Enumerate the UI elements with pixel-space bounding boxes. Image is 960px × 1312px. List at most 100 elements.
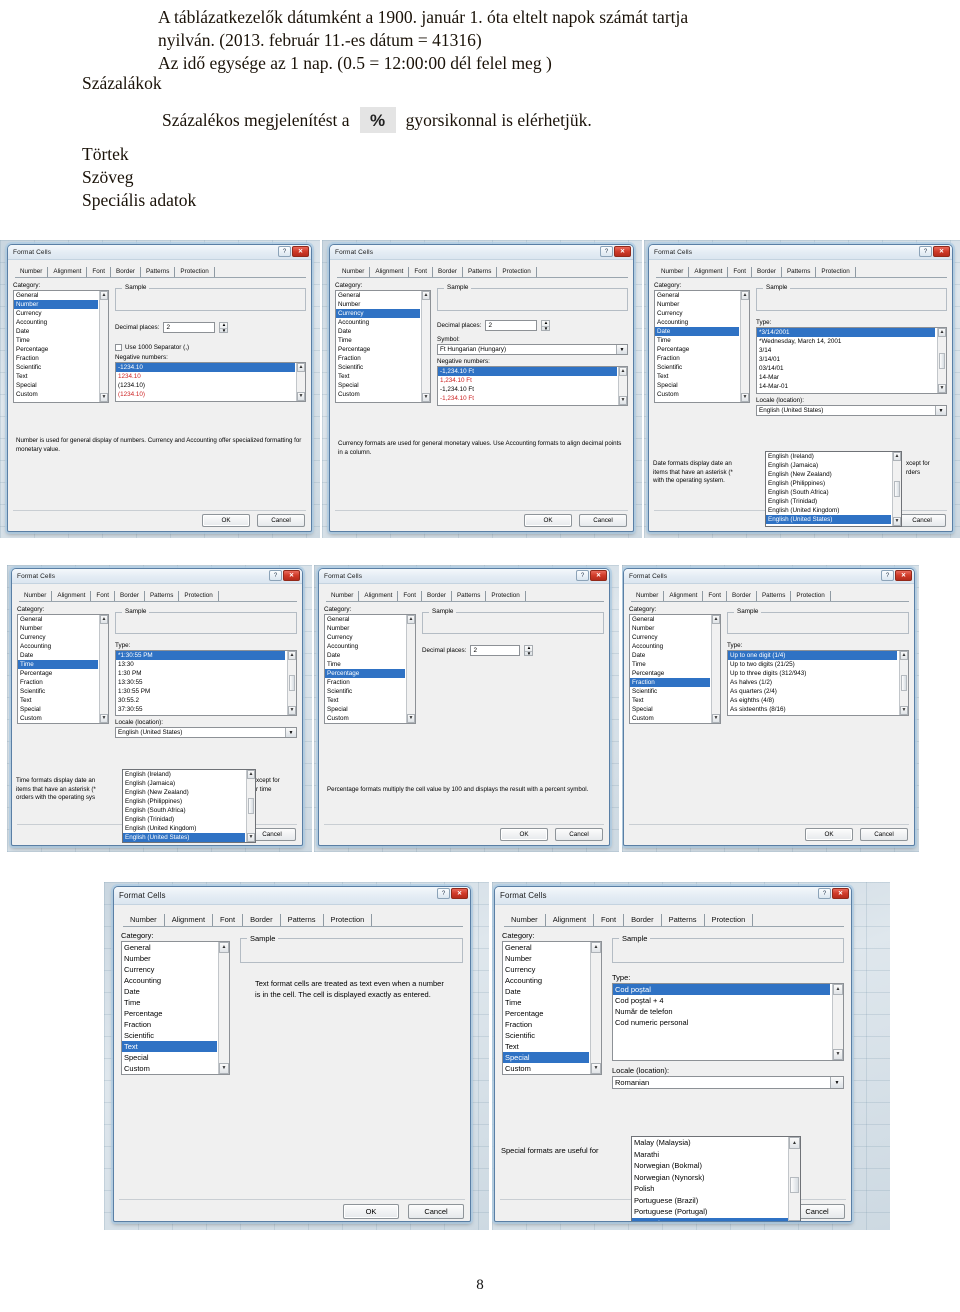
category-item[interactable]: General xyxy=(336,291,420,300)
tab-protection[interactable]: Protection xyxy=(705,914,754,926)
negative-numbers-listbox[interactable]: -1,234.10 Ft 1,234.10 Ft -1,234.10 Ft -1… xyxy=(437,366,628,406)
scroll-down-icon[interactable]: ▼ xyxy=(893,517,901,526)
type-item[interactable]: As quarters (2/4) xyxy=(728,687,897,696)
scroll-down-icon[interactable]: ▼ xyxy=(619,396,627,405)
type-listbox[interactable]: Cod poştal Cod poştal + 4 Număr de telef… xyxy=(612,983,844,1061)
type-item[interactable]: As eighths (4/8) xyxy=(728,696,897,705)
tab-protection[interactable]: Protection xyxy=(179,591,219,601)
tab-strip[interactable]: Number Alignment Font Border Patterns Pr… xyxy=(15,265,306,278)
tab-alignment[interactable]: Alignment xyxy=(48,267,88,277)
locale-combobox[interactable]: Romanian ▼ xyxy=(612,1076,844,1089)
tab-font[interactable]: Font xyxy=(91,591,116,601)
tab-alignment[interactable]: Alignment xyxy=(52,591,92,601)
category-item[interactable]: Fraction xyxy=(18,678,98,687)
format-cells-dialog-time[interactable]: Format Cells ? ✕ Number Alignment Font B… xyxy=(11,568,303,846)
category-item[interactable]: Fraction xyxy=(122,1019,217,1030)
negative-number-item[interactable]: -1,234.10 Ft xyxy=(438,394,617,403)
category-item[interactable]: Percentage xyxy=(630,669,710,678)
ok-button[interactable]: OK xyxy=(202,514,250,527)
close-icon[interactable]: ✕ xyxy=(292,246,309,257)
tab-strip[interactable]: Number Alignment Font Border Patterns Pr… xyxy=(656,265,947,278)
category-item[interactable]: Special xyxy=(14,381,98,390)
cancel-button[interactable]: Cancel xyxy=(898,514,946,527)
scroll-up-icon[interactable]: ▲ xyxy=(100,291,108,300)
category-item-selected[interactable]: Special xyxy=(503,1052,589,1063)
tab-patterns[interactable]: Patterns xyxy=(145,591,180,601)
help-icon[interactable]: ? xyxy=(818,888,831,899)
category-item[interactable]: Percentage xyxy=(122,1008,217,1019)
type-listbox[interactable]: Up to one digit (1/4) Up to two digits (… xyxy=(727,650,909,716)
scroll-up-icon[interactable]: ▲ xyxy=(938,328,946,337)
category-item[interactable]: Special xyxy=(336,381,420,390)
category-item[interactable]: Accounting xyxy=(503,975,589,986)
category-item[interactable]: Time xyxy=(325,660,405,669)
tab-protection[interactable]: Protection xyxy=(175,267,215,277)
type-item[interactable]: *Wednesday, March 14, 2001 xyxy=(757,337,935,346)
tab-strip[interactable]: Number Alignment Font Border Patterns Pr… xyxy=(19,589,297,602)
locale-option[interactable]: Portuguese (Brazil) xyxy=(632,1195,788,1207)
category-item[interactable]: Percentage xyxy=(336,345,420,354)
category-item[interactable]: Custom xyxy=(630,714,710,723)
category-item[interactable]: Scientific xyxy=(14,363,98,372)
tab-alignment[interactable]: Alignment xyxy=(546,914,595,926)
locale-dropdown-list[interactable]: Malay (Malaysia) Marathi Norwegian (Bokm… xyxy=(631,1136,801,1221)
negative-number-item[interactable]: -1,234.10 Ft xyxy=(438,385,617,394)
tab-strip[interactable]: Number Alignment Font Border Patterns Pr… xyxy=(504,912,844,927)
locale-combobox[interactable]: English (United States) ▼ xyxy=(115,727,297,738)
decimal-places-input[interactable]: 2 xyxy=(470,645,521,656)
tab-border[interactable]: Border xyxy=(111,267,141,277)
ok-button[interactable]: OK xyxy=(343,1204,399,1219)
category-item[interactable]: Fraction xyxy=(503,1019,589,1030)
scroll-up-icon[interactable]: ▲ xyxy=(789,1137,800,1149)
category-item[interactable]: Time xyxy=(336,336,420,345)
use-1000-separator-row[interactable]: Use 1000 Separator (,) xyxy=(115,344,306,351)
scroll-down-icon[interactable]: ▼ xyxy=(422,393,430,402)
close-icon[interactable]: ✕ xyxy=(451,888,468,899)
use-1000-separator-checkbox[interactable] xyxy=(115,344,122,351)
category-item[interactable]: Text xyxy=(336,372,420,381)
tab-font[interactable]: Font xyxy=(703,591,728,601)
type-item-selected[interactable]: Cod poştal xyxy=(613,984,830,995)
tab-strip[interactable]: Number Alignment Font Border Patterns Pr… xyxy=(631,589,909,602)
tab-patterns[interactable]: Patterns xyxy=(757,591,792,601)
category-item[interactable]: Special xyxy=(325,705,405,714)
chevron-down-icon[interactable]: ▼ xyxy=(616,345,627,354)
close-icon[interactable]: ✕ xyxy=(933,246,950,257)
type-item[interactable]: Cod poştal + 4 xyxy=(613,995,830,1006)
category-item[interactable]: Custom xyxy=(503,1063,589,1074)
category-item[interactable]: Number xyxy=(503,953,589,964)
close-icon[interactable]: ✕ xyxy=(283,570,300,581)
help-icon[interactable]: ? xyxy=(269,570,282,581)
tab-strip[interactable]: Number Alignment Font Border Patterns Pr… xyxy=(326,589,604,602)
category-item[interactable]: Custom xyxy=(336,390,420,399)
ok-button[interactable]: OK xyxy=(524,514,572,527)
category-scrollbar[interactable]: ▲ ▼ xyxy=(406,615,415,723)
tab-patterns[interactable]: Patterns xyxy=(463,267,498,277)
tab-border[interactable]: Border xyxy=(624,914,662,926)
tab-font[interactable]: Font xyxy=(594,914,625,926)
scroll-thumb[interactable] xyxy=(939,352,945,369)
scroll-down-icon[interactable]: ▼ xyxy=(247,833,255,842)
scroll-up-icon[interactable]: ▲ xyxy=(288,651,296,660)
category-item-selected[interactable]: Fraction xyxy=(630,678,710,687)
category-item[interactable]: Time xyxy=(630,660,710,669)
category-item[interactable]: Date xyxy=(325,651,405,660)
scroll-down-icon[interactable]: ▼ xyxy=(407,714,415,723)
tab-protection[interactable]: Protection xyxy=(324,914,373,926)
locale-option[interactable]: Portuguese (Portugal) xyxy=(632,1206,788,1218)
tab-font[interactable]: Font xyxy=(213,914,244,926)
category-listbox[interactable]: General Number Currency Accounting Date … xyxy=(654,290,750,403)
scroll-thumb[interactable] xyxy=(289,675,295,691)
category-item-selected[interactable]: Time xyxy=(18,660,98,669)
category-item[interactable]: Scientific xyxy=(630,687,710,696)
category-item[interactable]: Text xyxy=(503,1041,589,1052)
scroll-down-icon[interactable]: ▼ xyxy=(712,714,720,723)
category-item[interactable]: Scientific xyxy=(18,687,98,696)
negative-number-item-selected[interactable]: -1,234.10 Ft xyxy=(438,367,617,376)
category-item-selected[interactable]: Number xyxy=(14,300,98,309)
tab-font[interactable]: Font xyxy=(87,267,112,277)
type-item[interactable]: Număr de telefon xyxy=(613,1006,830,1017)
category-item-selected[interactable]: Currency xyxy=(336,309,420,318)
format-cells-dialog-text[interactable]: Format Cells ? ✕ Number Alignment Font B… xyxy=(113,886,471,1222)
tab-number[interactable]: Number xyxy=(123,914,165,926)
